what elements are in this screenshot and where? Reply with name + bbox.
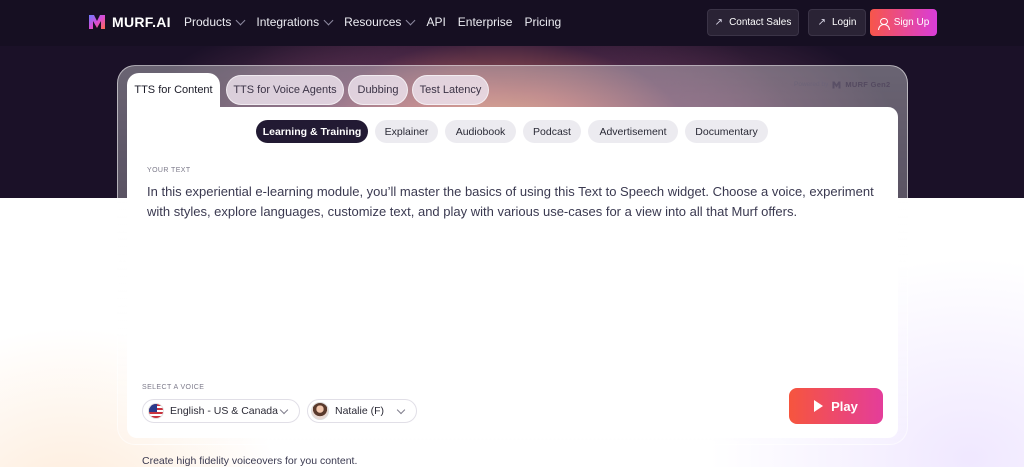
tab-label: TTS for Content: [134, 84, 213, 96]
category-audiobook[interactable]: Audiobook: [445, 120, 516, 143]
tagline-text: Create high fidelity voiceovers for you …: [142, 455, 358, 467]
chevron-down-icon: [235, 15, 246, 25]
play-button[interactable]: Play: [789, 388, 883, 424]
arrow-up-right-icon: ↗: [817, 17, 826, 28]
murf-logo-icon: [832, 81, 841, 88]
sign-up-button[interactable]: Sign Up: [870, 9, 937, 36]
contact-sales-button[interactable]: ↗ Contact Sales: [707, 9, 799, 36]
category-learning-training[interactable]: Learning & Training: [256, 120, 368, 143]
category-label: Documentary: [695, 125, 758, 138]
login-button[interactable]: ↗ Login: [808, 9, 866, 36]
category-label: Learning & Training: [262, 125, 362, 138]
powered-by-brand: MURF Gen2: [845, 80, 891, 89]
us-flag-icon: [148, 403, 164, 419]
tab-label: Test Latency: [419, 84, 482, 96]
nav-item-label: Enterprise: [457, 15, 513, 29]
nav-item-products[interactable]: Products: [184, 15, 246, 29]
chevron-down-icon: [279, 405, 289, 415]
chevron-down-icon: [405, 15, 416, 25]
tab-label: TTS for Voice Agents: [233, 84, 337, 96]
category-label: Podcast: [533, 125, 571, 138]
nav-item-enterprise[interactable]: Enterprise: [458, 15, 513, 29]
voice-select[interactable]: Natalie (F): [307, 399, 417, 423]
tts-panel: [127, 107, 898, 438]
contact-sales-label: Contact Sales: [729, 17, 792, 28]
nav-item-label: API: [426, 15, 446, 29]
brand-name: MURF.AI: [112, 14, 171, 30]
category-label: Explainer: [384, 125, 429, 138]
top-navbar: MURF.AI Products Integrations Resources …: [0, 0, 1024, 46]
powered-by-badge: Powered by MURF Gen2: [794, 80, 891, 89]
language-select[interactable]: English - US & Canada: [142, 399, 300, 423]
nav-item-label: Pricing: [524, 15, 562, 29]
category-advertisement[interactable]: Advertisement: [588, 120, 678, 143]
play-icon: [814, 400, 824, 412]
nav-item-api[interactable]: API: [426, 15, 445, 29]
category-documentary[interactable]: Documentary: [685, 120, 768, 143]
arrow-up-right-icon: ↗: [714, 17, 724, 28]
category-podcast[interactable]: Podcast: [523, 120, 581, 143]
voice-avatar: [311, 402, 329, 420]
sign-up-label: Sign Up: [893, 17, 930, 28]
your-text-label: YOUR TEXT: [147, 167, 191, 174]
category-label: Advertisement: [599, 125, 667, 138]
language-value: English - US & Canada: [170, 405, 278, 417]
chevron-down-icon: [323, 15, 334, 25]
select-voice-label: SELECT A VOICE: [142, 384, 205, 391]
powered-by-label: Powered by: [794, 81, 829, 88]
tab-test-latency[interactable]: Test Latency: [412, 75, 489, 105]
nav-item-resources[interactable]: Resources: [344, 15, 416, 29]
category-label: Audiobook: [455, 125, 506, 138]
nav-item-label: Integrations: [256, 15, 320, 29]
tab-dubbing[interactable]: Dubbing: [348, 75, 408, 105]
nav-item-label: Products: [184, 15, 232, 29]
nav-links: Products Integrations Resources API Ente…: [184, 15, 561, 29]
murf-logo-icon: [89, 15, 105, 29]
nav-item-integrations[interactable]: Integrations: [256, 15, 334, 29]
user-icon: [877, 17, 890, 30]
tts-text-input[interactable]: In this experiential e-learning module, …: [147, 182, 887, 222]
chevron-down-icon: [396, 405, 406, 415]
tab-tts-for-voice-agents[interactable]: TTS for Voice Agents: [226, 75, 344, 105]
play-label: Play: [831, 398, 858, 414]
voice-value: Natalie (F): [335, 405, 385, 417]
nav-item-label: Resources: [344, 15, 402, 29]
tab-tts-for-content[interactable]: TTS for Content: [127, 73, 220, 107]
nav-item-pricing[interactable]: Pricing: [524, 15, 561, 29]
tab-label: Dubbing: [357, 84, 399, 96]
login-label: Login: [831, 17, 857, 28]
brand-logo[interactable]: MURF.AI: [88, 13, 171, 31]
category-explainer[interactable]: Explainer: [375, 120, 438, 143]
